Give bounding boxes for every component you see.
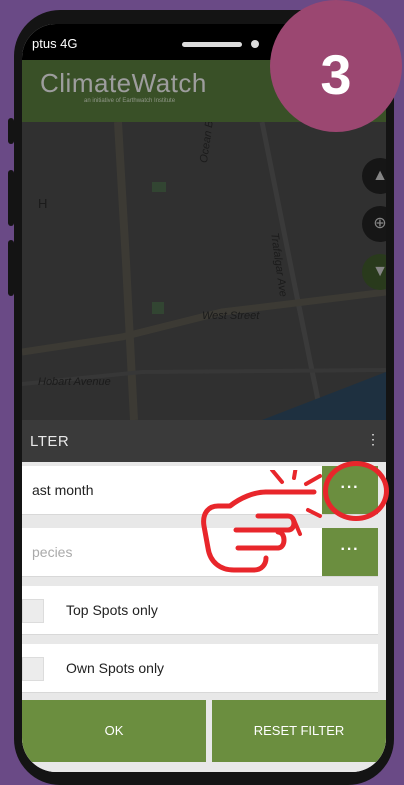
top-spots-checkbox[interactable] bbox=[22, 599, 44, 623]
reset-filter-button[interactable]: RESET FILTER bbox=[212, 700, 386, 762]
top-spots-row[interactable]: Top Spots only bbox=[22, 586, 378, 635]
highlight-circle bbox=[323, 461, 389, 521]
more-icon[interactable]: ⋮ bbox=[366, 431, 380, 448]
speaker-grille bbox=[182, 42, 242, 47]
time-filter-value: ast month bbox=[32, 482, 94, 498]
top-spots-label: Top Spots only bbox=[66, 602, 158, 618]
own-spots-checkbox[interactable] bbox=[22, 657, 44, 681]
own-spots-row[interactable]: Own Spots only bbox=[22, 644, 378, 693]
filter-title: LTER bbox=[30, 433, 70, 450]
hand-pointer-icon bbox=[201, 470, 322, 573]
ok-button[interactable]: OK bbox=[22, 700, 206, 762]
step-badge: 3 bbox=[270, 0, 402, 132]
own-spots-label: Own Spots only bbox=[66, 660, 165, 676]
species-placeholder: pecies bbox=[32, 544, 73, 560]
phone-screen: ptus 4G ClimateWatch an initiative of Ea… bbox=[22, 24, 386, 772]
camera-dot bbox=[251, 40, 259, 48]
carrier-text: ptus 4G bbox=[32, 36, 78, 51]
species-options-button[interactable]: ··· bbox=[322, 528, 378, 576]
filter-dialog-header: LTER ⋮ bbox=[22, 420, 386, 462]
